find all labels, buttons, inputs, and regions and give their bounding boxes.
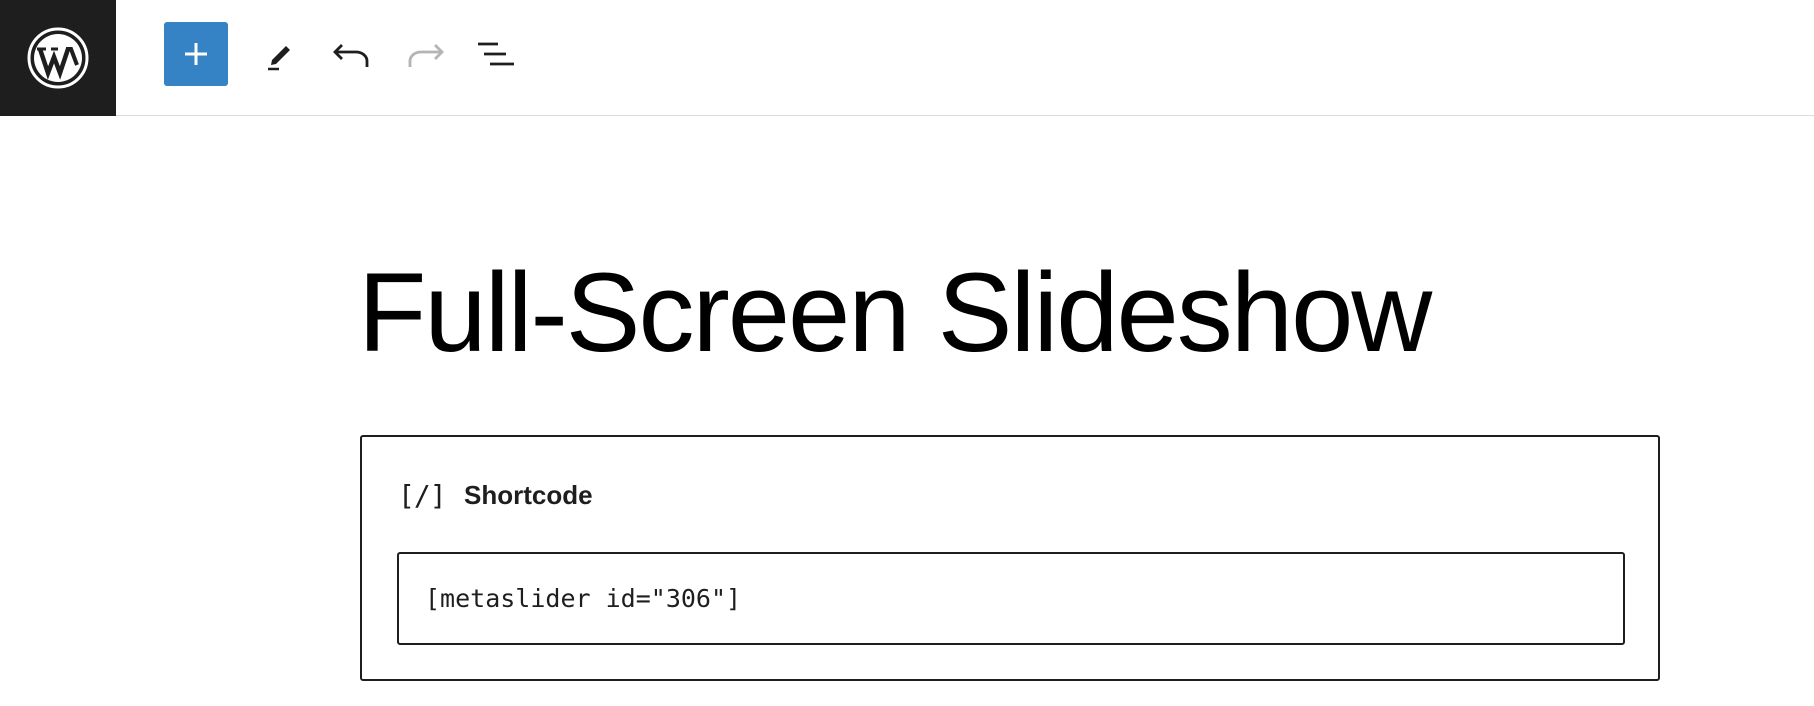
list-view-icon [478, 42, 514, 66]
redo-icon [408, 44, 444, 67]
document-overview-button[interactable] [464, 22, 528, 86]
tools-button[interactable] [248, 22, 312, 86]
editor-canvas: Full-Screen Slideshow [/] Shortcode [met… [0, 117, 1814, 706]
plus-icon [185, 43, 207, 65]
editor-toolbar [0, 0, 1814, 116]
shortcode-block-label: Shortcode [464, 479, 593, 510]
undo-icon [333, 44, 369, 67]
post-title[interactable]: Full-Screen Slideshow [358, 257, 1432, 369]
shortcode-block-header: [/] Shortcode [398, 477, 593, 513]
wordpress-logo-button[interactable] [0, 0, 116, 116]
undo-button[interactable] [320, 22, 384, 86]
shortcode-input[interactable]: [metaslider id="306"] [397, 552, 1625, 645]
block-inserter-button[interactable] [164, 22, 228, 86]
wordpress-logo-icon [27, 27, 89, 89]
shortcode-icon: [/] [398, 478, 447, 512]
pencil-icon [268, 46, 290, 71]
shortcode-block[interactable]: [/] Shortcode [metaslider id="306"] [360, 435, 1660, 681]
redo-button[interactable] [393, 22, 457, 86]
